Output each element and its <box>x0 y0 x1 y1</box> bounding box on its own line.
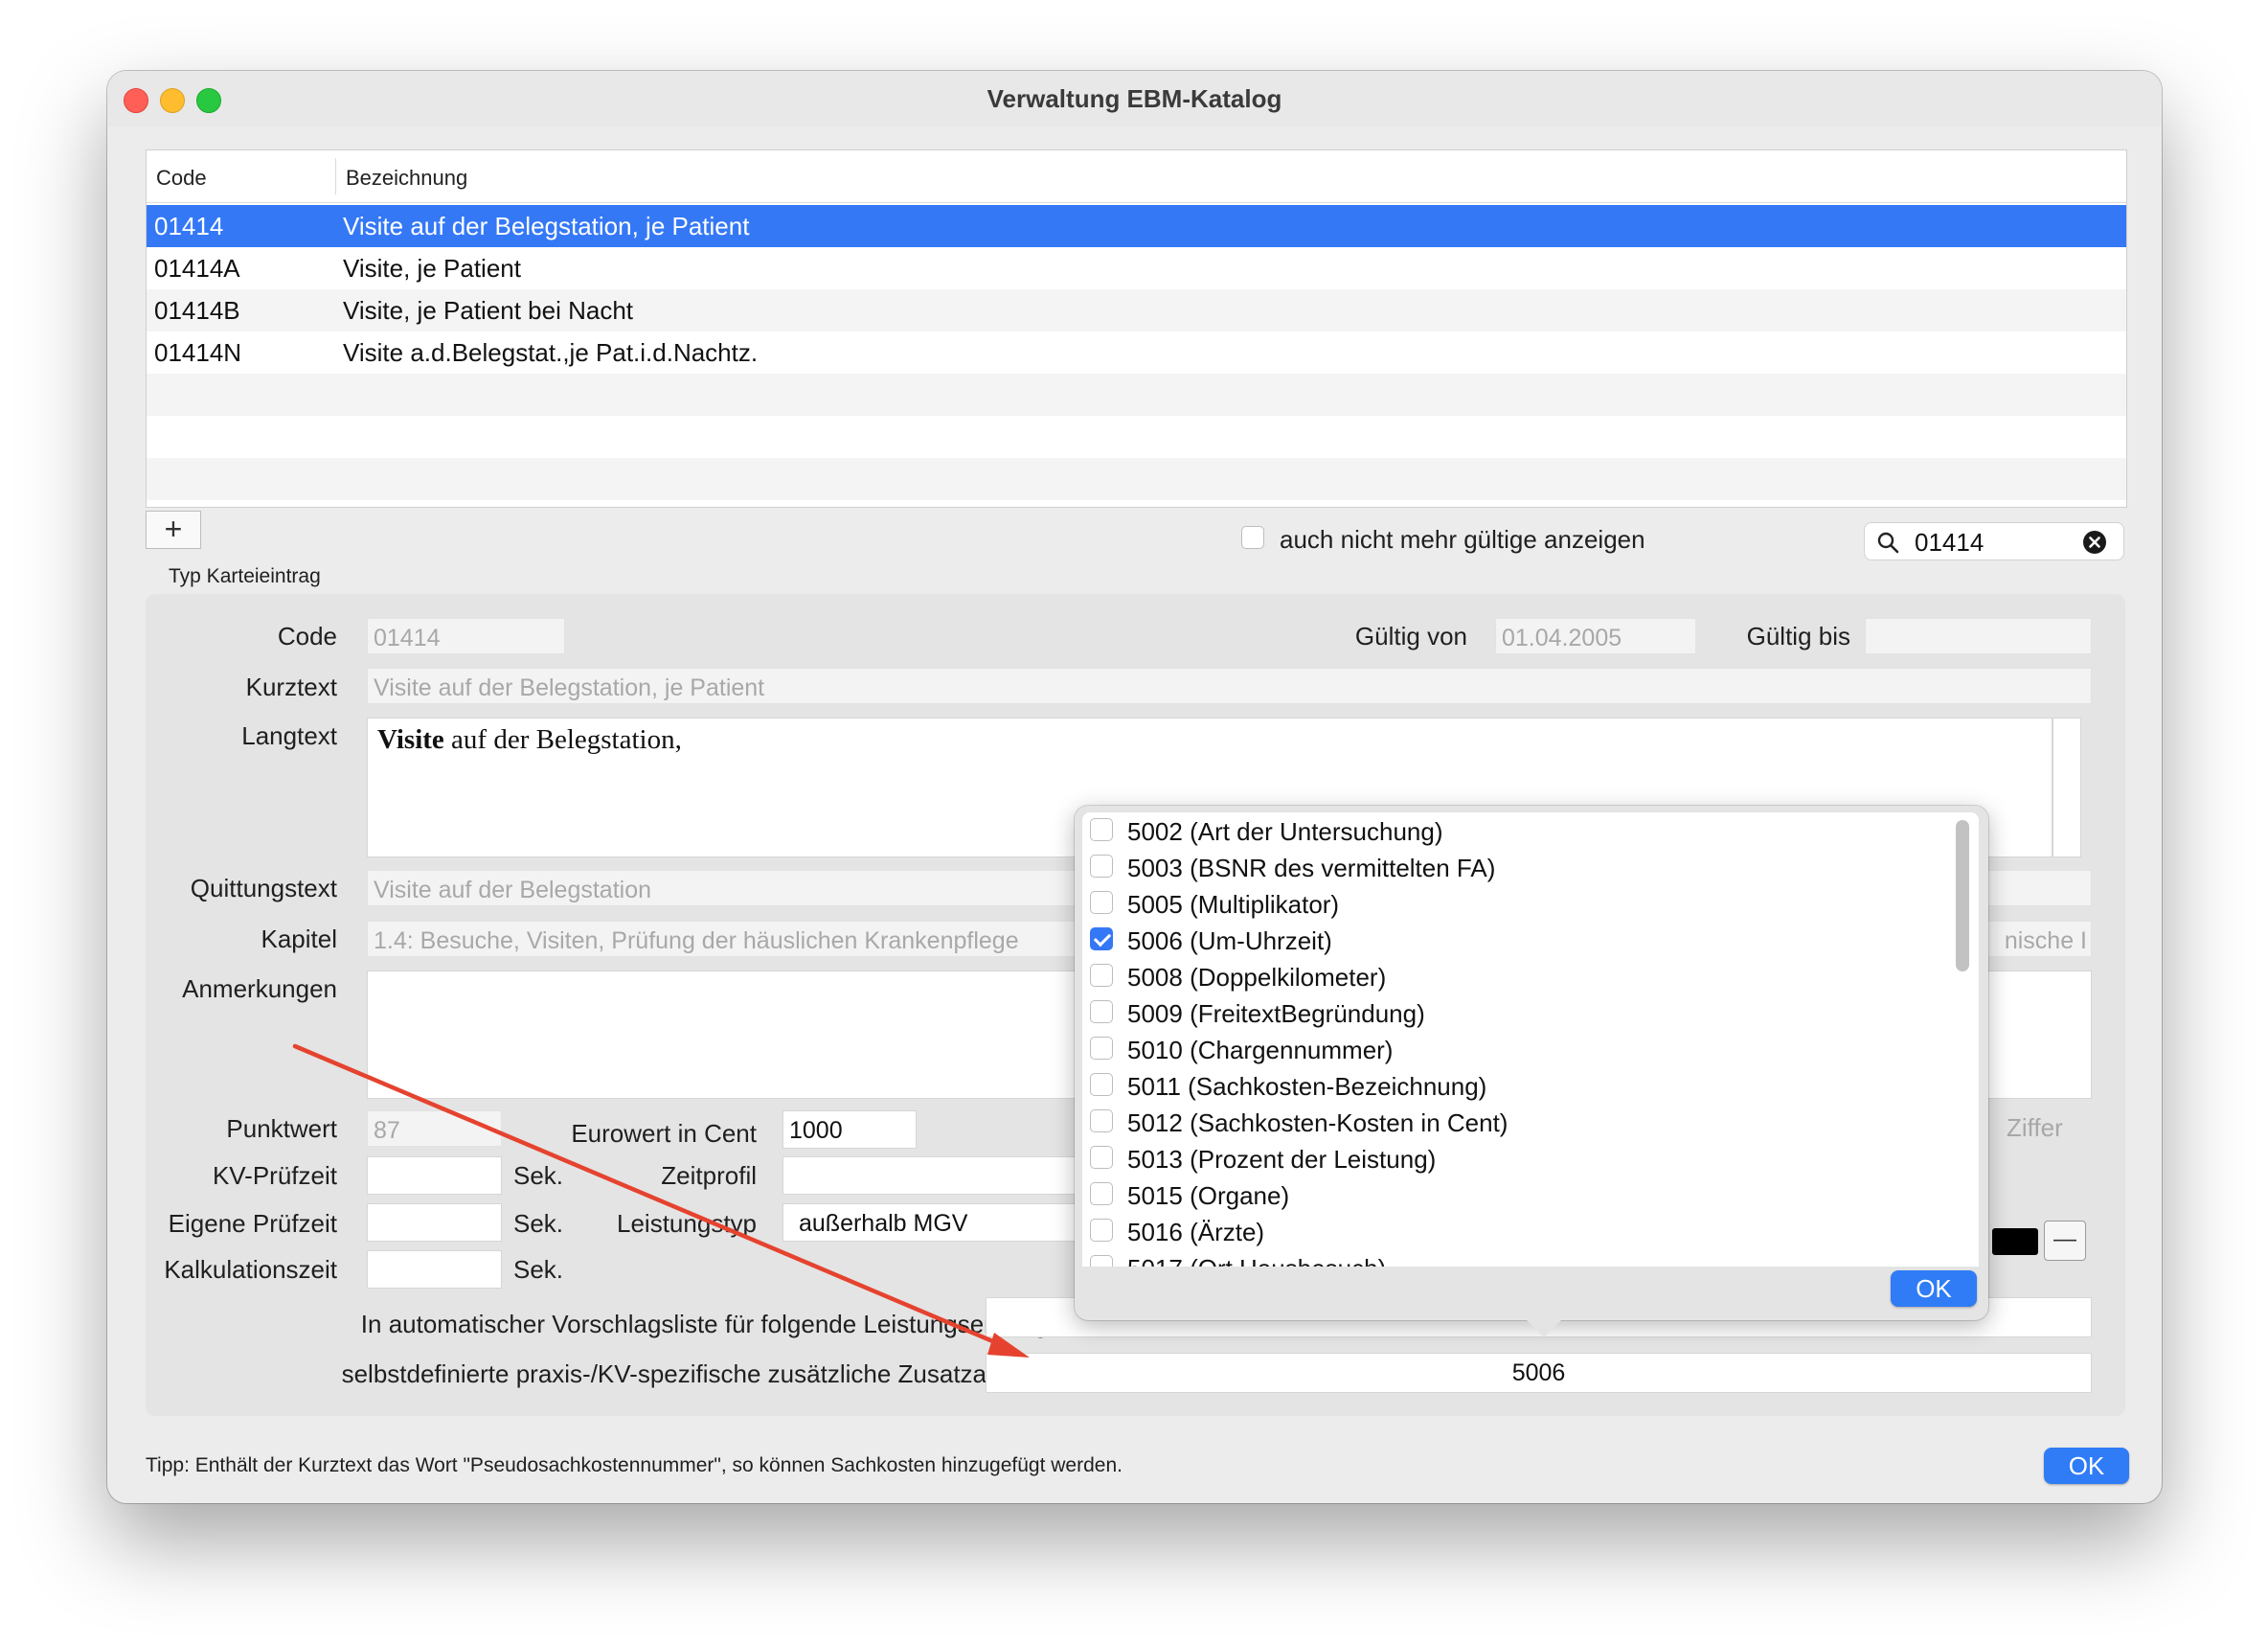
annotation-arrow-icon <box>292 1043 1030 1358</box>
